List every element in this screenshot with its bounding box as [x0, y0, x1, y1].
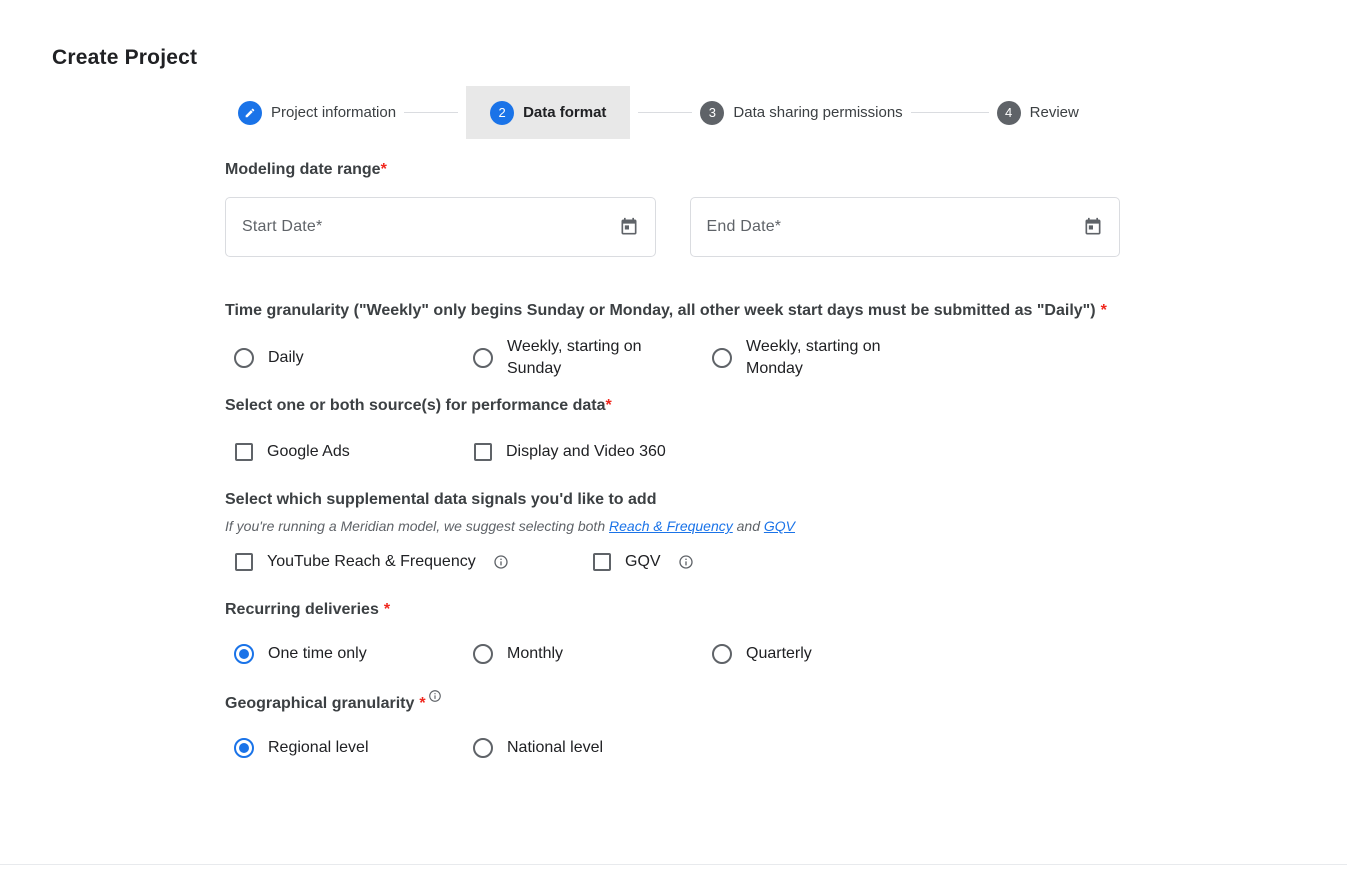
radio-icon[interactable]	[234, 644, 254, 664]
step-number-badge: 2	[490, 101, 514, 125]
step-label: Project information	[271, 104, 396, 121]
calendar-icon[interactable]	[619, 217, 639, 237]
checkbox-youtube-reach-frequency[interactable]: YouTube Reach & Frequency	[235, 550, 593, 574]
radio-one-time-only[interactable]: One time only	[234, 642, 473, 666]
supplemental-signals-hint: If you're running a Meridian model, we s…	[225, 518, 1120, 534]
radio-icon[interactable]	[712, 348, 732, 368]
date-range-row: Start Date* End Date*	[225, 197, 1120, 257]
modeling-date-range-label: Modeling date range*	[225, 156, 1120, 183]
reach-frequency-link[interactable]: Reach & Frequency	[609, 518, 733, 534]
geographical-granularity-options: Regional level National level	[225, 736, 1120, 760]
radio-label: Daily	[268, 347, 304, 369]
step-data-sharing-permissions[interactable]: 3 Data sharing permissions	[700, 101, 902, 125]
supplemental-signals-label: Select which supplemental data signals y…	[225, 486, 1120, 513]
recurring-deliveries-options: One time only Monthly Quarterly	[225, 642, 1120, 666]
supplemental-signals-options: YouTube Reach & Frequency GQV	[225, 550, 1120, 574]
checkbox-google-ads[interactable]: Google Ads	[235, 440, 474, 464]
radio-label: One time only	[268, 643, 367, 665]
radio-monthly[interactable]: Monthly	[473, 642, 712, 666]
required-asterisk: *	[419, 695, 425, 712]
data-format-form: Modeling date range* Start Date* End Dat…	[225, 156, 1120, 760]
start-date-input[interactable]: Start Date*	[225, 197, 656, 257]
step-project-information[interactable]: Project information	[238, 101, 396, 125]
step-number-badge: 4	[997, 101, 1021, 125]
checkbox-display-video-360[interactable]: Display and Video 360	[474, 440, 713, 464]
radio-label: Regional level	[268, 737, 369, 759]
step-review[interactable]: 4 Review	[997, 101, 1079, 125]
wizard-stepper: Project information 2 Data format 3 Data…	[238, 86, 1347, 139]
info-icon[interactable]	[428, 689, 442, 703]
checkbox-icon[interactable]	[593, 553, 611, 571]
radio-icon[interactable]	[473, 738, 493, 758]
time-granularity-options: Daily Weekly, starting on Sunday Weekly,…	[225, 336, 1120, 380]
info-icon[interactable]	[678, 554, 694, 570]
calendar-icon[interactable]	[1083, 217, 1103, 237]
radio-icon[interactable]	[473, 348, 493, 368]
radio-weekly-monday[interactable]: Weekly, starting on Monday	[712, 336, 1120, 380]
step-connector	[404, 112, 458, 113]
checkbox-label: GQV	[625, 551, 661, 573]
radio-label: Quarterly	[746, 643, 812, 665]
radio-icon[interactable]	[234, 348, 254, 368]
end-date-input[interactable]: End Date*	[690, 197, 1121, 257]
radio-label: Weekly, starting on Sunday	[507, 336, 669, 380]
required-asterisk: *	[381, 161, 387, 178]
checkbox-icon[interactable]	[235, 553, 253, 571]
radio-label: Monthly	[507, 643, 563, 665]
info-icon[interactable]	[493, 554, 509, 570]
edit-pencil-icon	[238, 101, 262, 125]
radio-icon[interactable]	[473, 644, 493, 664]
checkbox-label: Display and Video 360	[506, 441, 666, 463]
geographical-granularity-label: Geographical granularity*	[225, 689, 1120, 717]
page-title: Create Project	[52, 46, 1347, 70]
time-granularity-label: Time granularity ("Weekly" only begins S…	[225, 297, 1120, 324]
radio-icon[interactable]	[712, 644, 732, 664]
radio-quarterly[interactable]: Quarterly	[712, 642, 1120, 666]
required-asterisk: *	[1101, 302, 1107, 319]
performance-sources-options: Google Ads Display and Video 360	[225, 440, 1120, 464]
checkbox-icon[interactable]	[235, 443, 253, 461]
checkbox-icon[interactable]	[474, 443, 492, 461]
radio-icon[interactable]	[234, 738, 254, 758]
performance-sources-label: Select one or both source(s) for perform…	[225, 392, 1120, 419]
step-connector	[638, 112, 692, 113]
required-asterisk: *	[606, 397, 612, 414]
radio-daily[interactable]: Daily	[234, 346, 473, 370]
recurring-deliveries-label: Recurring deliveries*	[225, 596, 1120, 623]
checkbox-label: Google Ads	[267, 441, 350, 463]
step-number-badge: 3	[700, 101, 724, 125]
checkbox-gqv[interactable]: GQV	[593, 550, 1120, 574]
step-label: Review	[1030, 104, 1079, 121]
start-date-placeholder: Start Date*	[242, 218, 322, 236]
wizard-footer: Back Next	[0, 864, 1347, 869]
radio-label: National level	[507, 737, 603, 759]
required-asterisk: *	[384, 601, 390, 618]
step-connector	[911, 112, 989, 113]
checkbox-label: YouTube Reach & Frequency	[267, 551, 476, 573]
radio-label: Weekly, starting on Monday	[746, 336, 908, 380]
step-data-format[interactable]: 2 Data format	[466, 86, 630, 139]
end-date-placeholder: End Date*	[707, 218, 782, 236]
step-label: Data format	[523, 104, 606, 121]
radio-regional-level[interactable]: Regional level	[234, 736, 473, 760]
gqv-link[interactable]: GQV	[764, 518, 795, 534]
radio-national-level[interactable]: National level	[473, 736, 712, 760]
radio-weekly-sunday[interactable]: Weekly, starting on Sunday	[473, 336, 712, 380]
step-label: Data sharing permissions	[733, 104, 902, 121]
